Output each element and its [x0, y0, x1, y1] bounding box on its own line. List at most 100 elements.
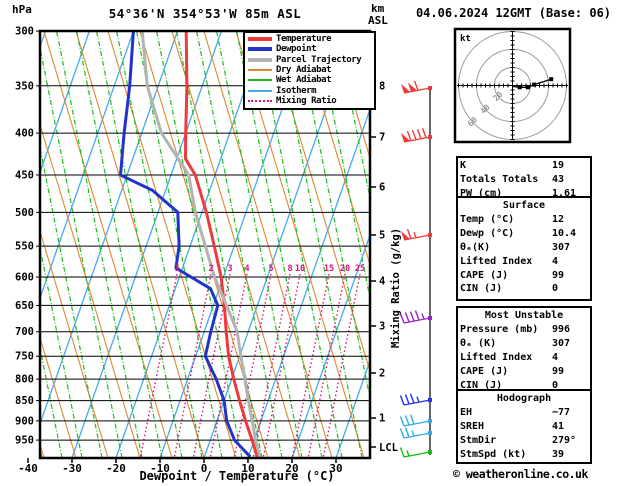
table-header: Surface: [502, 200, 546, 211]
pressure-tick-label: 750: [15, 351, 34, 363]
dry-adiabat-line: [363, 32, 369, 50]
wind-barb-icon: [399, 427, 432, 439]
table-most-unstable: Most Unstable Pressure (mb) 996 θₑ (K) 307 Li…: [456, 306, 592, 392]
plot-area: 1 2 3 4 5 8 10 15 20 25: [41, 32, 369, 457]
row-label: StmSpd (kt): [460, 448, 527, 460]
row-value: 279°: [552, 434, 577, 446]
isotherm-line: [41, 32, 178, 423]
pressure-tick-label: 950: [15, 435, 34, 447]
table-row: CAPE (J) 99: [460, 269, 588, 283]
legend-line-sample: [248, 69, 272, 72]
table-row: StmSpd (kt) 39: [460, 448, 588, 462]
mixing-ratio-line: [262, 273, 301, 457]
km-tick-label: 7: [379, 132, 385, 144]
temp-tick-label: -20: [106, 462, 126, 475]
row-value: 43: [552, 173, 565, 185]
legend-item-parcel-trajectory: Parcel Trajectory: [248, 55, 374, 65]
km-tick-label: 6: [379, 182, 385, 194]
row-label: θₑ (K): [460, 337, 497, 349]
pressure-tick-label: 600: [15, 272, 34, 284]
pressure-tick-label: 350: [15, 80, 34, 92]
table-header: Most Unstable: [484, 310, 564, 321]
row-label: Lifted Index: [460, 351, 533, 363]
table-row: θₑ (K) 307: [460, 337, 588, 351]
wind-barb-icon: [401, 80, 432, 94]
legend-item-wet-adiabat: Wet Adiabat: [248, 75, 374, 85]
table-row: SREH 41: [460, 420, 588, 434]
table-row: Temp (°C) 12: [460, 213, 588, 227]
table-indices: K 19 Totals Totals 43 PW (cm) 1.61: [456, 156, 592, 199]
temp-tick-label: -30: [62, 462, 82, 475]
row-label: Temp (°C): [460, 213, 515, 225]
chart-legend: Temperature Dewpoint Parcel Trajectory Dry …: [243, 31, 376, 111]
row-label: StmDir: [460, 434, 497, 446]
pressure-tick-label: 300: [15, 26, 34, 38]
dry-adiabat-line: [43, 32, 173, 457]
wind-barb-icon: [399, 414, 432, 427]
table-row: θₑ(K) 307: [460, 241, 588, 255]
table-row: CIN (J) 0: [460, 282, 588, 296]
dry-adiabat-line: [41, 339, 77, 457]
legend-item-label: Mixing Ratio: [276, 95, 337, 106]
pressure-tick-label: 400: [15, 128, 34, 140]
dry-adiabat-line: [75, 32, 205, 457]
row-label: SREH: [460, 420, 485, 432]
legend-item-label: Dewpoint: [276, 44, 317, 55]
table-surface: Surface Temp (°C) 12 Dewp (°C) 10.4 θₑ(K) 307 L…: [456, 196, 592, 301]
legend-line-sample: [248, 79, 272, 82]
skewt-chart: 1 2 3 4 5 8 10 15 20 2530035040045050055060065070…: [15, 26, 432, 483]
legend-line-sample: [248, 47, 272, 52]
mixing-ratio-value-label: 10: [295, 264, 305, 274]
mixing-ratio-axis-label: Mixing Ratio (g/kg): [390, 228, 402, 348]
row-value: 307: [552, 337, 571, 349]
mixing-ratio-value-label: 3: [227, 264, 232, 274]
table-row: K 19: [460, 159, 588, 173]
mixing-ratio-line: [307, 273, 346, 457]
legend-item-dry-adiabat: Dry Adiabat: [248, 65, 374, 75]
legend-item-label: Dry Adiabat: [276, 65, 332, 76]
pressure-tick-label: 700: [15, 326, 34, 338]
legend-line-sample: [248, 37, 272, 42]
mixing-ratio-line: [139, 273, 178, 457]
row-label: CIN (J): [460, 283, 503, 295]
row-value: 39: [552, 448, 565, 460]
wind-barb-icon: [399, 393, 432, 406]
wind-barb-icon: [399, 310, 432, 324]
legend-item-isotherm: Isotherm: [248, 85, 374, 96]
km-tick-label: 5: [379, 230, 385, 242]
table-row: CAPE (J) 99: [460, 365, 588, 379]
row-label: Lifted Index: [460, 255, 533, 267]
hodograph-trace-marker: [525, 85, 530, 90]
row-label: EH: [460, 406, 473, 418]
pressure-tick-label: 900: [15, 415, 34, 427]
legend-item-label: Wet Adiabat: [276, 75, 332, 86]
row-value: 4: [552, 255, 559, 267]
km-tick-label: 3: [379, 321, 385, 333]
mixing-ratio-value-label: 20: [340, 264, 350, 274]
legend-line-sample: [248, 57, 272, 62]
pressure-tick-label: 500: [15, 207, 34, 219]
pressure-tick-label: 450: [15, 169, 34, 181]
mixing-ratio-value-label: 15: [324, 264, 334, 274]
mixing-ratio-value-label: 1: [174, 264, 179, 274]
row-value: 19: [552, 160, 565, 171]
legend-item-dewpoint: Dewpoint: [248, 44, 374, 54]
table-row: Totals Totals 43: [460, 173, 588, 187]
row-value: 307: [552, 241, 571, 253]
table-row: Lifted Index 4: [460, 255, 588, 269]
table-row: StmDir 279°: [460, 434, 588, 448]
legend-item-temperature: Temperature: [248, 34, 374, 44]
mixing-ratio-line: [322, 273, 361, 457]
mixing-ratio-value-label: 8: [287, 264, 292, 274]
table-hodograph: Hodograph EH −77 SREH 41 StmDir 279° StmSpd (kt…: [456, 389, 592, 464]
legend-item-label: Temperature: [276, 34, 332, 45]
table-row: Dewp (°C) 10.4: [460, 227, 588, 241]
row-label: Pressure (mb): [460, 323, 539, 335]
row-label: K: [460, 160, 467, 171]
row-value: 10.4: [552, 227, 577, 239]
km-tick-label: 2: [379, 368, 385, 380]
legend-item-label: Isotherm: [276, 85, 317, 96]
table-row: Pressure (mb) 996: [460, 323, 588, 337]
row-value: 41: [552, 420, 565, 432]
pressure-tick-label: 650: [15, 300, 34, 312]
